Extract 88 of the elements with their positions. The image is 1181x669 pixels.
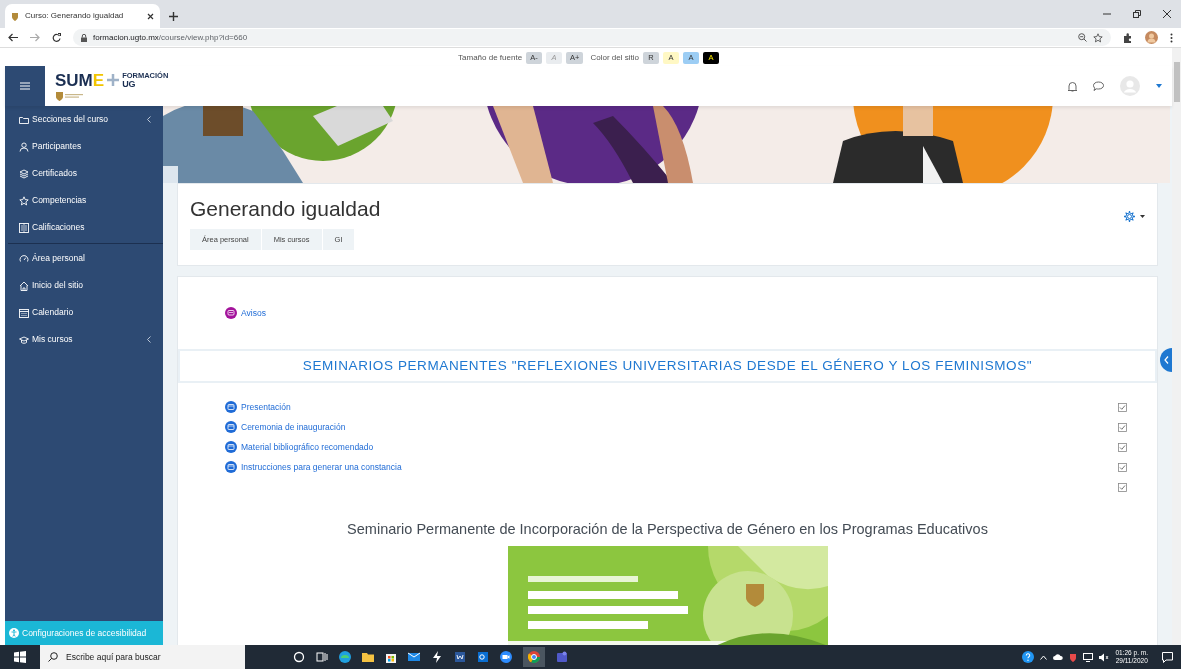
windows-logo-icon[interactable] [14, 651, 26, 663]
sidebar-item[interactable]: Certificados [5, 160, 163, 187]
plus-icon [107, 74, 120, 86]
page-icon[interactable] [225, 421, 237, 433]
back-arrow-icon[interactable] [8, 33, 18, 42]
user-icon [19, 141, 29, 152]
gradebook-icon [19, 222, 29, 233]
checked-checkbox-icon[interactable] [1118, 402, 1127, 412]
layers-icon [19, 168, 29, 179]
page-icon[interactable] [225, 461, 237, 473]
restore-icon[interactable] [1133, 10, 1141, 18]
sidebar-item[interactable]: Participantes [5, 133, 163, 160]
sidebar-item[interactable]: Área personal [5, 245, 163, 272]
minimize-icon[interactable] [1103, 10, 1111, 18]
browser-tab[interactable]: Curso: Generando igualdad [5, 4, 160, 28]
course-title: Generando igualdad [190, 196, 381, 222]
speaker-icon[interactable] [1099, 652, 1110, 662]
activity-link[interactable]: Avisos [241, 306, 266, 320]
activity-link[interactable]: Ceremonia de inauguración [241, 420, 346, 434]
mail-icon[interactable] [408, 651, 420, 663]
sidebar-item[interactable]: Mis cursos [5, 326, 163, 353]
home-icon [19, 280, 29, 291]
calendar-icon [19, 307, 29, 318]
task-view-icon[interactable] [316, 651, 328, 663]
gauge-icon [19, 253, 29, 264]
checked-checkbox-icon[interactable] [1118, 442, 1127, 452]
chevron-left-icon [1163, 356, 1169, 364]
checked-checkbox-icon[interactable] [1118, 422, 1127, 432]
shield-icon [11, 11, 19, 21]
lock-icon [81, 33, 87, 42]
scrollbar[interactable] [1172, 48, 1181, 645]
puzzle-icon[interactable] [1123, 32, 1133, 43]
notification-icon[interactable] [1162, 651, 1173, 663]
network-icon[interactable] [1083, 652, 1094, 662]
video-camera-icon[interactable] [500, 651, 512, 663]
chevron-left-icon[interactable] [147, 116, 151, 123]
sidebar-item[interactable]: Calendario [5, 299, 163, 326]
caret-down-icon[interactable] [1140, 215, 1145, 218]
caret-up-icon[interactable] [1040, 654, 1048, 660]
sidebar-item[interactable]: Competencias [5, 187, 163, 214]
cloud-icon[interactable] [1053, 654, 1064, 660]
document-icon[interactable] [454, 651, 466, 663]
section-heading: Seminario Permanente de Incorporación de la Perspectiva de Género en los Programas Educativos [346, 520, 989, 539]
checked-checkbox-icon[interactable] [1118, 462, 1127, 472]
crest-icon [55, 90, 85, 101]
star-icon [19, 195, 29, 206]
settings-icon[interactable] [1123, 210, 1136, 223]
avatar-icon[interactable] [1145, 31, 1158, 44]
section-title: SEMINARIOS PERMANENTES "REFLEXIONES UNIVERSITARIAS DESDE EL GÉNERO Y LOS FEMINISMOS" [302, 357, 1033, 375]
sidebar-item[interactable]: Calificaciones [5, 214, 163, 241]
lightning-icon[interactable] [431, 651, 443, 663]
graduation-cap-icon [19, 334, 29, 345]
search-icon [48, 652, 58, 662]
folder-icon[interactable] [362, 651, 374, 663]
menu-icon [20, 82, 30, 90]
sidebar-item[interactable]: Secciones del curso [5, 106, 163, 133]
activity-link[interactable]: Instrucciones para generar una constancia [241, 460, 402, 474]
browser-icon[interactable] [528, 651, 540, 663]
chevron-left-icon[interactable] [147, 336, 151, 343]
activity-link[interactable]: Presentación [241, 400, 291, 414]
accessibility-icon [9, 628, 19, 638]
kebab-menu-icon[interactable] [1170, 32, 1173, 43]
font-size-label: Tamaño de fuente [458, 51, 523, 64]
shield-icon[interactable] [1069, 652, 1078, 662]
bell-icon[interactable] [1068, 80, 1077, 92]
plus-icon[interactable] [169, 12, 178, 21]
menu-button[interactable] [5, 66, 45, 106]
shopping-bag-icon[interactable] [385, 651, 397, 663]
sidebar-item[interactable]: Inicio del sitio [5, 272, 163, 299]
circle-icon[interactable] [293, 651, 305, 663]
zoom-out-icon[interactable] [1078, 33, 1087, 42]
reload-icon[interactable] [52, 33, 61, 42]
star-icon[interactable] [1093, 32, 1103, 43]
page-icon[interactable] [225, 401, 237, 413]
browser-icon[interactable] [339, 651, 351, 663]
drawer-toggle-button[interactable] [1160, 348, 1172, 372]
site-color-label: Color del sitio [590, 51, 639, 64]
page-icon[interactable] [225, 441, 237, 453]
activity-link[interactable]: Material bibliográfico recomendado [241, 440, 374, 454]
close-icon[interactable] [1163, 10, 1171, 18]
folder-icon [19, 114, 29, 125]
close-icon[interactable] [147, 12, 154, 20]
chat-icon[interactable] [1093, 81, 1104, 91]
checked-checkbox-icon[interactable] [1118, 482, 1127, 492]
url-text[interactable]: formacion.ugto.mx/course/view.php?id=660 [93, 31, 248, 44]
address-bar[interactable]: formacion.ugto.mx/course/view.php?id=660 [73, 29, 1111, 46]
forum-icon[interactable] [225, 307, 237, 319]
help-icon[interactable] [1022, 651, 1035, 663]
